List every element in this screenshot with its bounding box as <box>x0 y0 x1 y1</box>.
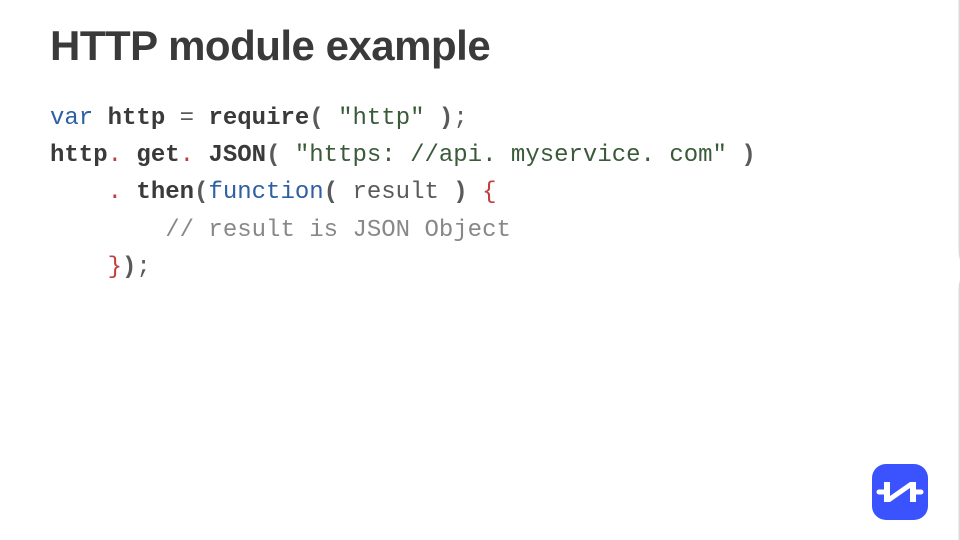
paren-close: ) <box>453 179 467 206</box>
keyword-var: var <box>50 105 93 132</box>
code-line-5: }); <box>50 254 151 281</box>
ident-http: http <box>108 105 166 132</box>
ident-then: then <box>136 179 194 206</box>
dot: . <box>108 142 137 169</box>
ident-http: http <box>50 142 108 169</box>
paren-open: ( <box>309 105 323 132</box>
ident-result: result <box>352 179 438 206</box>
code-block: var http = require( "http" ); http. get.… <box>50 100 910 286</box>
semicolon: ; <box>453 105 467 132</box>
dot: . <box>180 142 209 169</box>
op-eq: = <box>180 105 194 132</box>
string-url: "https: //api. myservice. com" <box>295 142 727 169</box>
code-line-2: http. get. JSON( "https: //api. myservic… <box>50 142 756 169</box>
comment: // result is JSON Object <box>165 217 511 244</box>
paren-open: ( <box>266 142 280 169</box>
code-line-4: // result is JSON Object <box>50 217 511 244</box>
code-line-3: . then(function( result ) { <box>50 179 497 206</box>
slide: HTTP module example var http = require( … <box>0 0 960 540</box>
string-http: "http" <box>338 105 424 132</box>
nativescript-logo-icon <box>870 462 930 522</box>
ident-require: require <box>208 105 309 132</box>
paren-close: ) <box>439 105 453 132</box>
paren-open: ( <box>324 179 338 206</box>
semicolon: ; <box>136 254 150 281</box>
ident-get: get <box>136 142 179 169</box>
brace-close: } <box>108 254 122 281</box>
paren-close: ) <box>122 254 136 281</box>
paren-open: ( <box>194 179 208 206</box>
paren-close: ) <box>741 142 755 169</box>
slide-title: HTTP module example <box>50 22 910 70</box>
keyword-function: function <box>208 179 323 206</box>
ident-json: JSON <box>208 142 266 169</box>
dot: . <box>108 179 137 206</box>
code-line-1: var http = require( "http" ); <box>50 105 468 132</box>
right-edge-decoration <box>938 0 960 540</box>
brace-open: { <box>482 179 496 206</box>
